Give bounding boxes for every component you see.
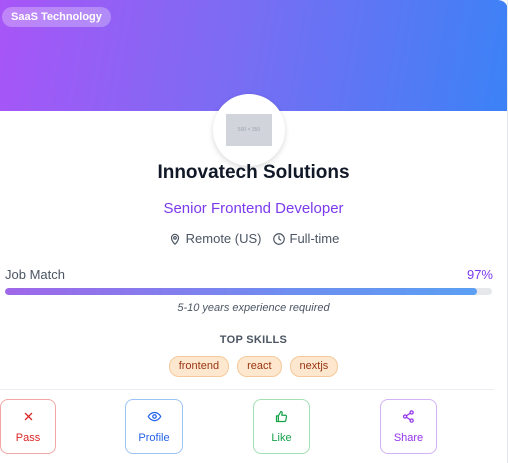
industry-tag: SaaS Technology	[2, 7, 111, 27]
experience-requirement: 5-10 years experience required	[177, 302, 330, 314]
skill-chip: nextjs	[289, 356, 339, 377]
job-meta: Remote (US) Full-time	[0, 231, 507, 246]
job-match-row: Job Match 97%	[5, 267, 493, 282]
logo-placeholder: 500 × 350	[226, 114, 272, 146]
profile-label: Profile	[138, 432, 170, 444]
thumbs-up-icon	[275, 410, 288, 423]
skills-list: frontend react nextjs	[0, 356, 507, 377]
pass-button[interactable]: Pass	[0, 399, 56, 454]
pass-label: Pass	[15, 432, 41, 444]
skill-chip: react	[237, 356, 282, 377]
share-button[interactable]: Share	[380, 399, 437, 454]
job-card: SaaS Technology 500 × 350 Innovatech Sol…	[0, 0, 508, 463]
action-bar: Pass Profile Like Share	[0, 399, 507, 455]
job-match-bar	[5, 288, 492, 295]
divider	[0, 389, 494, 390]
share-icon	[402, 410, 414, 423]
skill-chip: frontend	[168, 356, 230, 377]
x-icon	[24, 412, 32, 421]
job-type-text: Full-time	[289, 231, 340, 246]
location-info: Remote (US)	[168, 231, 262, 246]
eye-icon	[147, 411, 161, 422]
company-logo: 500 × 350	[213, 94, 285, 166]
job-match-bar-fill	[5, 288, 478, 295]
company-name: Innovatech Solutions	[157, 162, 350, 183]
like-button[interactable]: Like	[253, 399, 310, 454]
skills-heading: TOP SKILLS	[219, 334, 288, 346]
profile-button[interactable]: Profile	[125, 399, 183, 454]
job-type-info: Full-time	[272, 231, 340, 246]
like-label: Like	[271, 432, 292, 444]
location-text: Remote (US)	[185, 231, 262, 246]
job-match-label: Job Match	[5, 267, 65, 282]
job-match-percent: 97%	[466, 267, 493, 282]
clock-icon	[272, 232, 285, 245]
job-title: Senior Frontend Developer	[163, 200, 344, 217]
share-label: Share	[393, 432, 424, 444]
map-pin-icon	[170, 233, 179, 245]
